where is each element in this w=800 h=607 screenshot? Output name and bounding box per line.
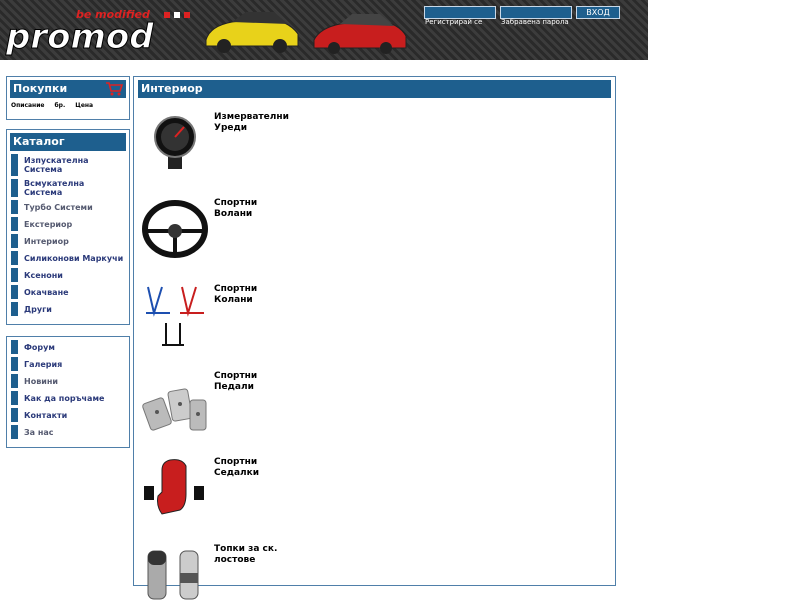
product-name[interactable]: Спортни Седалки [214,457,294,520]
cart-box: Покупки Описание бр. Цена [6,76,130,120]
product-pedals[interactable]: Спортни Педали [140,370,294,434]
catalog-list: Изпускателна Система Всмукателна Система… [7,154,129,316]
menu-item-how-to-order[interactable]: Как да поръчаме [11,391,125,405]
product-shift-knobs[interactable]: Топки за ск. лостове [140,543,294,607]
nav-marker [11,374,18,388]
catalog-item-xenon[interactable]: Ксенони [11,268,125,282]
red-car-image [313,14,407,54]
racing-seat-image[interactable] [140,456,210,520]
nav-marker [11,357,18,371]
nav-marker [11,425,18,439]
register-link[interactable]: Регистрирай се [425,18,482,26]
nav-marker [11,200,18,214]
catalog-item-intake[interactable]: Всмукателна Система [11,179,125,197]
menu-item-about[interactable]: За нас [11,425,125,439]
menu-item-news[interactable]: Новини [11,374,125,388]
menu-item-label: Галерия [24,359,63,369]
nav-marker [11,408,18,422]
nav-marker [11,234,18,248]
forgot-password-link[interactable]: Забравена парола [501,18,569,26]
catalog-item-interior[interactable]: Интериор [11,234,125,248]
menu-item-label: Новини [24,376,58,386]
catalog-item-label: Силиконови Маркучи [24,253,124,263]
catalog-item-suspension[interactable]: Окачване [11,285,125,299]
nav-marker [11,268,18,282]
catalog-item-label: Всмукателна Система [24,179,85,197]
menu-item-label: За нас [24,427,54,437]
login-button[interactable]: ВХОД [576,6,620,19]
catalog-title: Каталог [10,133,126,151]
nav-marker [11,391,18,405]
nav-marker [11,302,18,316]
page-title: Интериор [138,80,611,98]
catalog-item-turbo[interactable]: Турбо Системи [11,200,125,214]
cart-title-text: Покупки [13,82,68,95]
cart-title: Покупки [10,80,126,98]
product-name[interactable]: Измервателни Уреди [214,112,294,175]
shift-knob-image[interactable] [140,543,210,607]
nav-marker [11,251,18,265]
seat-belt-image[interactable] [140,283,210,347]
catalog-item-other[interactable]: Други [11,302,125,316]
nav-marker [11,340,18,354]
catalog-item-label: Изпускателна Система [24,156,89,174]
site-header: be modified promod ВХОД Регистрирай се З… [0,0,648,60]
menu-item-forum[interactable]: Форум [11,340,125,354]
catalog-item-label: Турбо Системи [24,202,93,212]
catalog-item-label: Екстериор [24,219,73,229]
nav-marker [11,217,18,231]
nav-marker [11,154,18,176]
cart-col-description: Описание [11,102,45,109]
menu-item-contacts[interactable]: Контакти [11,408,125,422]
product-name[interactable]: Спортни Колани [214,284,294,347]
site-menu-list: Форум Галерия Новини Как да поръчаме Кон… [7,340,129,439]
catalog-item-exterior[interactable]: Екстериор [11,217,125,231]
menu-item-gallery[interactable]: Галерия [11,357,125,371]
nav-marker [11,285,18,299]
product-name[interactable]: Спортни Педали [214,371,294,434]
catalog-item-label: Ксенони [24,270,63,280]
catalog-item-silicone-hoses[interactable]: Силиконови Маркучи [11,251,125,265]
product-name[interactable]: Спортни Волани [214,198,294,261]
gauge-image[interactable] [140,111,210,175]
product-seat-belts[interactable]: Спортни Колани [140,283,294,347]
site-menu-box: Форум Галерия Новини Как да поръчаме Кон… [6,336,130,448]
cart-col-quantity: бр. [54,102,66,109]
product-name[interactable]: Топки за ск. лостове [214,544,294,607]
main-content: Интериор Измервателни Уреди Спортни Вола… [133,76,616,600]
catalog-item-label: Интериор [24,236,69,246]
catalog-item-label: Окачване [24,287,69,297]
nav-marker [11,179,18,197]
cart-col-price: Цена [75,102,94,109]
menu-item-label: Форум [24,342,55,352]
menu-item-label: Контакти [24,410,68,420]
steering-wheel-image[interactable] [140,197,210,261]
menu-item-label: Как да поръчаме [24,393,105,403]
catalog-box: Каталог Изпускателна Система Всмукателна… [6,129,130,325]
product-seats[interactable]: Спортни Седалки [140,456,294,520]
cart-columns: Описание бр. Цена [7,102,129,109]
product-steering-wheels[interactable]: Спортни Волани [140,197,294,261]
shopping-cart-icon[interactable] [105,81,123,97]
product-gauges[interactable]: Измервателни Уреди [140,111,294,175]
svg-text:promod: promod [5,17,154,56]
pedals-image[interactable] [140,370,210,434]
catalog-item-exhaust[interactable]: Изпускателна Система [11,154,125,176]
catalog-item-label: Други [24,304,52,314]
promod-logo[interactable]: be modified promod [4,4,194,56]
yellow-car-image [205,12,299,53]
